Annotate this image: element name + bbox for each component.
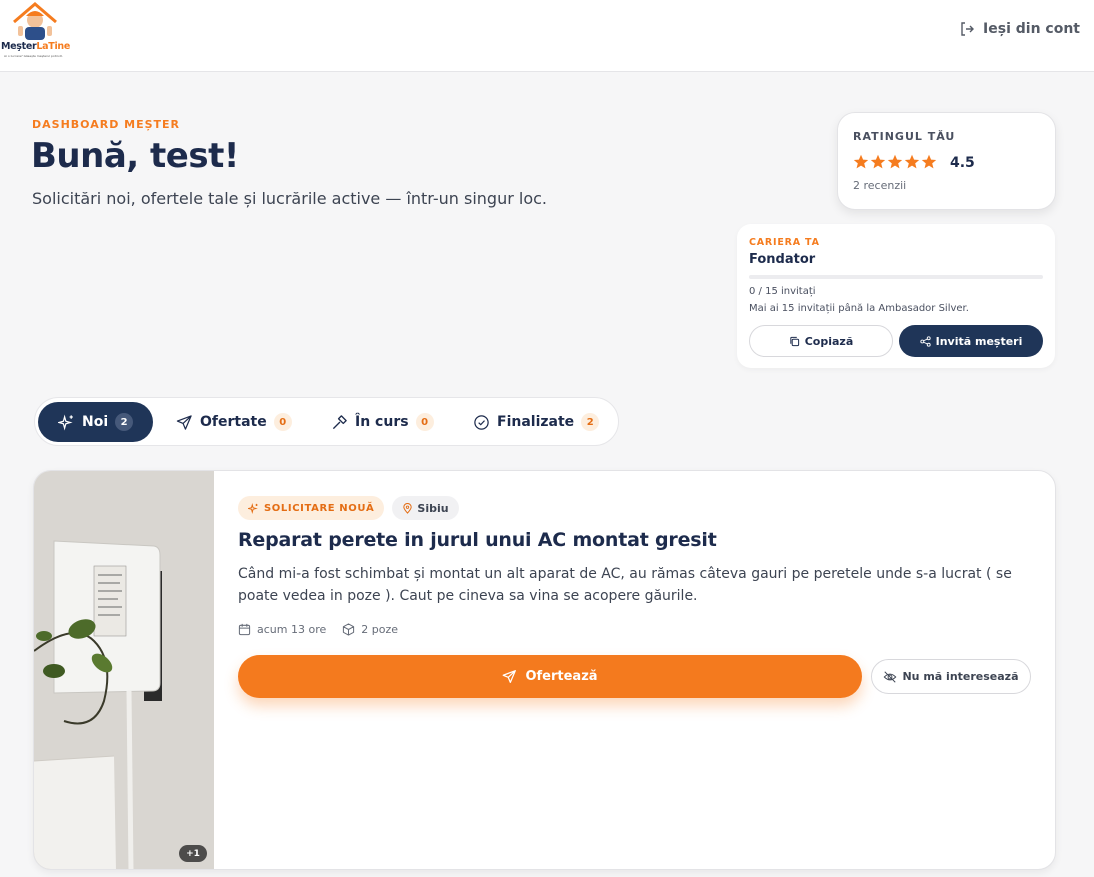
make-offer-label: Ofertează — [525, 669, 598, 684]
request-badges: SOLICITARE NOUĂ Sibiu — [238, 496, 459, 520]
tab-ofertate[interactable]: Ofertate 0 — [156, 402, 296, 442]
logo-mascot-icon — [13, 2, 57, 40]
copy-label: Copiază — [804, 334, 854, 348]
invite-craftsmen-button[interactable]: Invită meșteri — [899, 325, 1043, 357]
tab-label: Ofertate — [200, 414, 267, 430]
logo-wordmark: MeşterLaTine — [1, 41, 71, 52]
send-icon — [503, 670, 517, 683]
posted-time: acum 13 ore — [238, 623, 326, 636]
logo[interactable]: MeşterLaTine Ai o lucrare? Găsește mește… — [0, 0, 72, 66]
eye-off-icon — [884, 670, 897, 683]
career-card: CARIERA TA Fondator 0 / 15 invitați Mai … — [737, 224, 1055, 368]
career-eyebrow: CARIERA TA — [749, 237, 820, 248]
top-bar: MeşterLaTine Ai o lucrare? Găsește mește… — [0, 0, 1094, 72]
photo-count-label: 2 poze — [361, 623, 398, 636]
career-level: Fondator — [749, 252, 816, 267]
tab-count-badge: 2 — [581, 413, 600, 431]
sparkles-icon — [248, 502, 258, 514]
rating-card: RATINGUL TĂU 4.5 2 recenzii — [837, 112, 1056, 210]
new-request-label: SOLICITARE NOUĂ — [264, 502, 375, 514]
photo-count: 2 poze — [342, 623, 398, 636]
logout-button[interactable]: Ieși din cont — [959, 21, 1080, 37]
rating-value: 4.5 — [950, 155, 975, 171]
sparkles-icon — [58, 414, 73, 430]
tab-label: În curs — [355, 414, 409, 430]
star-icon — [887, 154, 903, 169]
tab-label: Noi — [82, 414, 109, 430]
hammer-icon — [332, 414, 347, 429]
tab-noi[interactable]: Noi 2 — [38, 402, 153, 442]
logout-label: Ieși din cont — [983, 21, 1080, 37]
send-icon — [176, 414, 192, 430]
dashboard-eyebrow: DASHBOARD MEȘTER — [32, 118, 181, 131]
extra-photos-badge: +1 — [179, 845, 207, 862]
tab-count-badge: 0 — [415, 413, 434, 431]
posted-time-label: acum 13 ore — [257, 623, 327, 636]
invite-label: Invită meșteri — [935, 334, 1023, 348]
rating-title: RATINGUL TĂU — [853, 130, 956, 143]
request-title[interactable]: Reparat perete in jurul unui AC montat g… — [238, 529, 717, 551]
tab-finalizate[interactable]: Finalizate 2 — [453, 402, 617, 442]
copy-invite-link-button[interactable]: Copiază — [749, 325, 893, 357]
calendar-icon — [238, 623, 251, 636]
tab-count-badge: 2 — [115, 413, 134, 431]
page-subtitle: Solicitări noi, ofertele tale și lucrări… — [32, 189, 547, 208]
star-icon — [853, 154, 869, 169]
star-icon — [904, 154, 920, 169]
check-circle-icon — [474, 414, 489, 430]
tab-count-badge: 0 — [273, 413, 292, 431]
career-progress-text: 0 / 15 invitați — [749, 286, 816, 297]
star-icon — [921, 154, 937, 169]
rating-stars — [853, 154, 937, 170]
logo-tagline: Ai o lucrare? Găsește meșterul potrivit. — [4, 54, 63, 58]
location-label: Sibiu — [417, 501, 449, 515]
request-photo[interactable]: +1 — [34, 471, 214, 869]
career-hint: Mai ai 15 invitații până la Ambasador Si… — [749, 303, 969, 314]
copy-icon — [790, 336, 799, 346]
location-badge: Sibiu — [392, 496, 459, 520]
request-meta: acum 13 ore 2 poze — [238, 623, 398, 636]
share-icon — [919, 335, 931, 347]
not-interested-label: Nu mă interesează — [902, 670, 1019, 683]
ac-wall-photo — [34, 471, 214, 869]
page-title: Bună, test! — [31, 136, 239, 176]
star-icon — [870, 154, 886, 169]
tab-in-curs[interactable]: În curs 0 — [311, 402, 451, 442]
request-card: +1 SOLICITARE NOUĂ Sibiu Reparat perete … — [33, 470, 1056, 870]
request-tabs: Noi 2 Ofertate 0 În curs 0 Finalizate 2 — [34, 397, 619, 446]
rating-review-count: 2 recenzii — [853, 179, 907, 192]
new-request-badge: SOLICITARE NOUĂ — [238, 496, 385, 520]
not-interested-button[interactable]: Nu mă interesează — [871, 659, 1031, 694]
request-description: Când mi-a fost schimbat și montat un alt… — [238, 566, 1012, 604]
location-pin-icon — [403, 502, 413, 514]
career-progress-bar — [749, 275, 1043, 279]
make-offer-button[interactable]: Ofertează — [238, 655, 862, 698]
package-icon — [343, 623, 355, 636]
tab-label: Finalizate — [497, 414, 575, 430]
logout-icon — [961, 22, 975, 36]
